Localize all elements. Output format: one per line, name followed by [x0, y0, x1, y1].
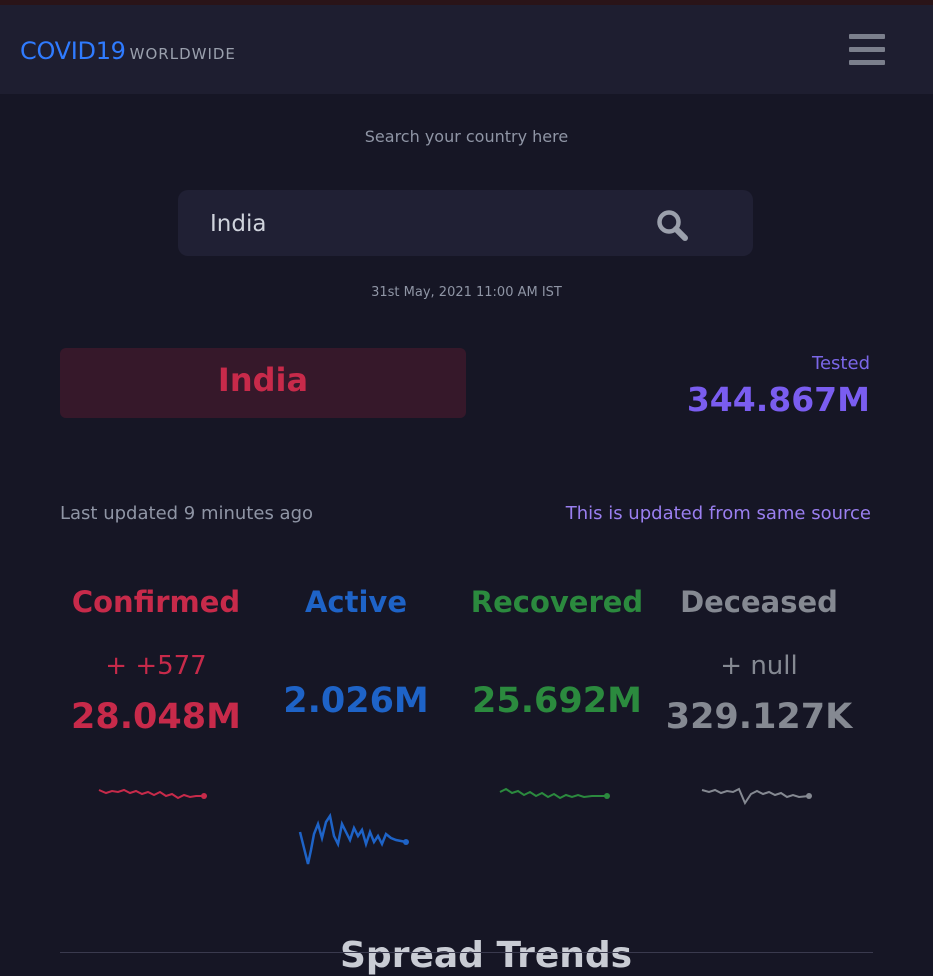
- active-value: 2.026M: [283, 681, 429, 721]
- country-name-badge: India: [60, 348, 466, 418]
- last-updated-text: Last updated 9 minutes ago: [60, 503, 314, 524]
- recovered-label: Recovered: [470, 585, 644, 619]
- confirmed-label: Confirmed: [71, 585, 241, 619]
- confirmed-value: 28.048M: [71, 697, 241, 737]
- recovered-sparkline: [499, 787, 610, 800]
- search-box: [178, 190, 753, 256]
- menu-icon[interactable]: [849, 34, 885, 66]
- search-hint: Search your country here: [364, 127, 569, 146]
- update-timestamp: 31st May, 2021 11:00 AM IST: [371, 285, 562, 300]
- navbar: COVID19 WORLDWIDE: [0, 5, 933, 94]
- brand-title: COVID19: [20, 37, 126, 65]
- brand-logo[interactable]: COVID19 WORLDWIDE: [20, 37, 236, 65]
- confirmed-delta: + +577: [105, 651, 207, 681]
- brand-subtitle: WORLDWIDE: [129, 45, 236, 63]
- deceased-label: Deceased: [680, 585, 838, 619]
- section-divider: [60, 952, 873, 953]
- tested-value: 344.867M: [686, 380, 870, 419]
- recovered-value: 25.692M: [472, 681, 642, 721]
- active-sparkline: [298, 812, 409, 865]
- search-icon[interactable]: [655, 208, 689, 242]
- deceased-delta: + null: [720, 651, 798, 681]
- tested-label: Tested: [812, 353, 870, 374]
- confirmed-sparkline: [98, 788, 207, 800]
- deceased-sparkline: [701, 787, 812, 806]
- search-input[interactable]: [208, 204, 612, 244]
- source-note-link[interactable]: This is updated from same source: [566, 503, 871, 524]
- active-label: Active: [304, 585, 407, 619]
- deceased-value: 329.127K: [665, 697, 853, 737]
